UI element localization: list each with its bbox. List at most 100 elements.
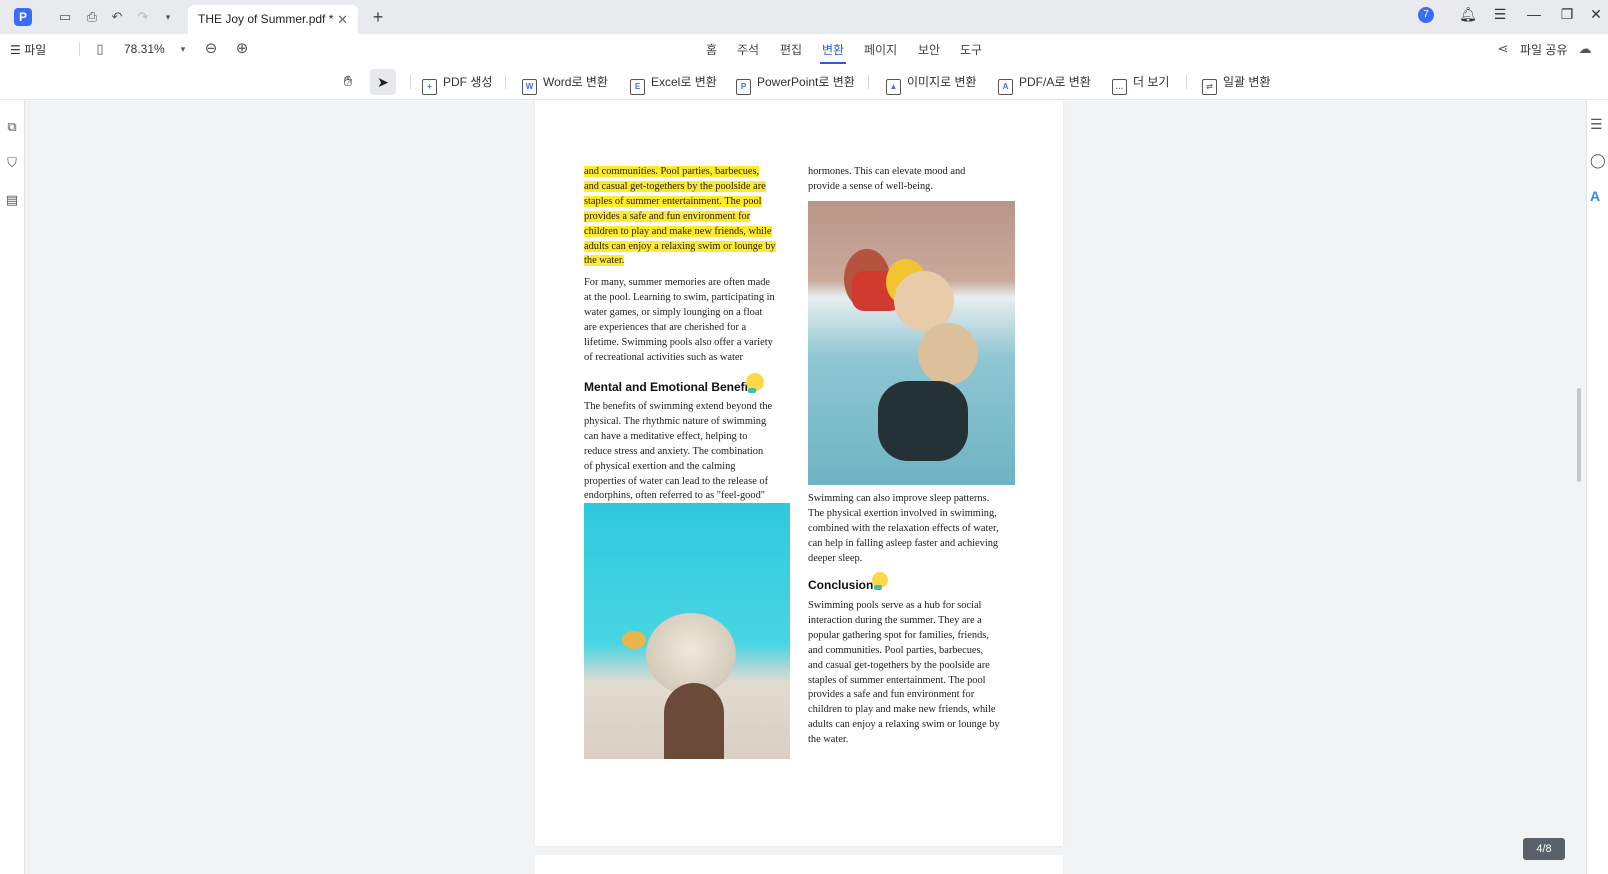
search-icon[interactable]: ◯ [1590, 152, 1606, 169]
highlighted-text-line: staples of summer entertainment. The poo… [584, 195, 762, 207]
left-panel-strip: ⧉ ⛉ ▤ [0, 100, 25, 874]
zoom-level[interactable]: 78.31% [124, 42, 165, 56]
save-icon[interactable]: ▭ [56, 8, 74, 26]
restore-icon[interactable]: ❐ [1557, 6, 1577, 23]
divider [1186, 75, 1187, 89]
ai-assistant-icon[interactable]: A [1590, 188, 1600, 204]
text-line: staples of summer entertainment. The poo… [808, 674, 986, 686]
divider [79, 42, 80, 56]
redo-icon[interactable]: ↷ [134, 8, 152, 26]
document-tab-title: THE Joy of Summer.pdf * [198, 12, 334, 26]
to-word-button[interactable]: W Word로 변환 [522, 72, 608, 95]
vertical-scrollbar[interactable] [1577, 388, 1581, 482]
text-line: hormones. This can elevate mood and [808, 166, 966, 177]
conclusion-heading: Conclusion [808, 578, 874, 592]
right-panel-strip: ☰ ◯ A [1586, 100, 1608, 874]
quick-access-dropdown-icon[interactable]: ▾ [159, 8, 177, 26]
highlighted-text-line: and casual get-togethers by the poolside… [584, 180, 766, 192]
highlighted-text-line: children to play and make new friends, w… [584, 225, 772, 237]
bell-icon[interactable]: 🔔︎ [1458, 6, 1478, 23]
menu-bar: ☰ 파일 ▯ 78.31% ▾ ⊖ ⊕ 홈 주석 편집 변환 페이지 보안 도구… [0, 34, 1608, 64]
text-line: can help in falling asleep faster and ac… [808, 537, 999, 549]
page-counter[interactable]: 4/8 [1523, 838, 1565, 860]
tab-security[interactable]: 보안 [918, 41, 940, 58]
tab-convert[interactable]: 변환 [819, 41, 847, 64]
close-window-icon[interactable]: ✕ [1586, 6, 1606, 23]
file-menu[interactable]: ☰ 파일 [10, 41, 46, 58]
tab-tools[interactable]: 도구 [960, 41, 982, 58]
text-line: deeper sleep. [808, 552, 863, 564]
minimize-icon[interactable]: — [1524, 6, 1544, 22]
share-file-button[interactable]: 파일 공유 [1520, 41, 1568, 58]
next-pdf-page [535, 855, 1063, 874]
conclusion-paragraph[interactable]: Swimming pools serve as a hub for social… [808, 599, 1018, 748]
app-logo-icon[interactable]: P [14, 8, 32, 26]
page-fit-icon[interactable]: ▯ [91, 40, 109, 58]
more-button[interactable]: … 더 보기 [1112, 72, 1169, 95]
tab-page[interactable]: 페이지 [864, 41, 897, 58]
highlighted-paragraph[interactable]: and communities. Pool parties, barbecues… [584, 165, 794, 269]
text-line: The physical exertion involved in swimmi… [808, 507, 997, 519]
lightbulb-icon [746, 373, 764, 393]
text-line: provides a safe and fun environment for [808, 689, 975, 701]
new-tab-icon[interactable]: + [368, 7, 388, 28]
print-icon[interactable]: ⎙ [83, 8, 101, 26]
comment-icon[interactable]: ▤ [3, 191, 21, 209]
highlighted-text-line: adults can enjoy a relaxing swim or loun… [584, 240, 776, 252]
text-line: lifetime. Swimming pools also offer a va… [584, 336, 773, 348]
properties-icon[interactable]: ☰ [1590, 116, 1603, 133]
zoom-in-icon[interactable]: ⊕ [233, 40, 251, 58]
lightbulb-icon [872, 572, 888, 590]
undo-icon[interactable]: ↶ [108, 8, 126, 26]
close-tab-icon[interactable]: ✕ [337, 5, 348, 34]
tab-edit[interactable]: 편집 [780, 41, 802, 58]
zoom-dropdown-icon[interactable]: ▾ [174, 40, 192, 58]
tab-comment[interactable]: 주석 [737, 41, 759, 58]
cloud-icon[interactable]: ☁ [1576, 40, 1594, 58]
text-line: children to play and make new friends, w… [808, 704, 996, 716]
text-line: reduce stress and anxiety. The combinati… [584, 445, 764, 457]
mental-benefits-paragraph[interactable]: The benefits of swimming extend beyond t… [584, 400, 794, 504]
share-icon[interactable]: ⋖ [1494, 40, 1512, 58]
pool-memories-paragraph[interactable]: For many, summer memories are often made… [584, 276, 794, 365]
batch-icon: ⇄ [1202, 79, 1217, 95]
excel-icon: E [630, 79, 645, 95]
menu-icon[interactable]: ☰ [1490, 6, 1510, 23]
word-icon: W [522, 79, 537, 95]
image-icon: ▲ [886, 79, 901, 95]
sleep-paragraph[interactable]: Swimming can also improve sleep patterns… [808, 492, 1018, 567]
hand-tool-icon[interactable]: ✋︎ [336, 70, 360, 94]
text-line: can have a meditative effect, helping to [584, 430, 748, 442]
text-line: Swimming can also improve sleep patterns… [808, 493, 990, 504]
document-tab[interactable]: THE Joy of Summer.pdf * ✕ [188, 5, 358, 34]
hormones-paragraph[interactable]: hormones. This can elevate mood and provi… [808, 165, 1018, 195]
text-line: endorphins, often referred to as "feel-g… [584, 490, 766, 502]
divider [505, 75, 506, 89]
text-line: adults can enjoy a relaxing swim or loun… [808, 719, 1000, 731]
to-powerpoint-button[interactable]: P PowerPoint로 변환 [736, 72, 855, 95]
powerpoint-icon: P [736, 79, 751, 95]
pdfa-icon: A [998, 79, 1013, 95]
text-line: are experiences that are cherished for a [584, 321, 747, 333]
batch-convert-button[interactable]: ⇄ 일괄 변환 [1202, 72, 1271, 95]
mental-benefits-heading: Mental and Emotional Benefits [584, 380, 759, 394]
highlighted-text-line: and communities. Pool parties, barbecues… [584, 166, 760, 177]
to-pdfa-button[interactable]: A PDF/A로 변환 [998, 72, 1091, 95]
zoom-out-icon[interactable]: ⊖ [202, 40, 220, 58]
select-tool-icon[interactable]: ➤ [370, 69, 396, 95]
create-pdf-button[interactable]: + PDF 생성 [422, 72, 492, 95]
text-line: popular gathering spot for families, fri… [808, 629, 989, 641]
convert-toolbar: ✋︎ ➤ + PDF 생성 W Word로 변환 E Excel로 변환 P Power… [0, 64, 1608, 100]
highlighted-text-line: provides a safe and fun environment for [584, 210, 751, 222]
text-line: of physical exertion and the calming [584, 460, 736, 472]
tab-home[interactable]: 홈 [706, 41, 717, 58]
create-pdf-icon: + [422, 79, 437, 95]
thumbnail-icon[interactable]: ⧉ [3, 118, 21, 136]
text-line: interaction during the summer. They are … [808, 614, 982, 626]
to-excel-button[interactable]: E Excel로 변환 [630, 72, 717, 95]
more-icon: … [1112, 79, 1127, 95]
notification-badge[interactable]: 7 [1418, 7, 1434, 23]
bookmark-icon[interactable]: ⛉ [3, 154, 21, 172]
to-image-button[interactable]: ▲ 이미지로 변환 [886, 72, 977, 95]
text-line: water games, or simply lounging on a flo… [584, 306, 763, 318]
